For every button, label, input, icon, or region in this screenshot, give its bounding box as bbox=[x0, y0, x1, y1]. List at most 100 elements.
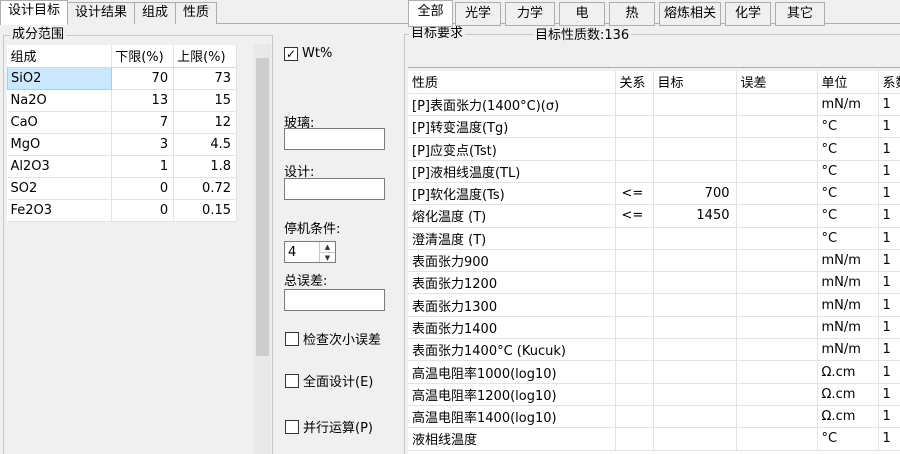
upper-limit-cell[interactable]: 73 bbox=[173, 67, 237, 90]
error-cell[interactable] bbox=[736, 115, 818, 139]
error-cell[interactable] bbox=[736, 427, 818, 451]
property-row[interactable]: [P]应变点(Tst) °C 1 bbox=[408, 137, 900, 161]
target-cell[interactable] bbox=[653, 249, 737, 273]
lower-limit-cell[interactable]: 1 bbox=[111, 155, 175, 178]
subtab-electrical[interactable]: 电 bbox=[559, 2, 605, 26]
component-cell[interactable]: Fe2O3 bbox=[7, 199, 113, 222]
relation-cell[interactable] bbox=[615, 383, 654, 406]
checkbox-box[interactable]: ✓ bbox=[284, 46, 298, 61]
error-cell[interactable] bbox=[736, 271, 818, 295]
relation-cell[interactable] bbox=[615, 137, 654, 161]
lower-limit-cell[interactable]: 0 bbox=[111, 199, 175, 222]
unit-cell[interactable]: °C bbox=[817, 137, 879, 161]
error-cell[interactable] bbox=[736, 137, 818, 161]
error-cell[interactable] bbox=[736, 405, 818, 429]
relation-cell[interactable] bbox=[615, 316, 654, 340]
tab-design-target[interactable]: 设计目标 bbox=[0, 0, 69, 25]
unit-cell[interactable]: Ω.cm bbox=[817, 360, 879, 384]
target-cell[interactable] bbox=[653, 383, 737, 406]
composition-row[interactable]: Al2O3 1 1.8 bbox=[7, 155, 237, 178]
lower-limit-cell[interactable]: 3 bbox=[111, 133, 175, 156]
unit-cell[interactable]: °C bbox=[817, 227, 879, 250]
component-cell[interactable]: SO2 bbox=[7, 177, 113, 200]
property-cell[interactable]: [P]软化温度(Ts) bbox=[408, 182, 616, 206]
unit-cell[interactable]: mN/m bbox=[817, 93, 879, 117]
design-input[interactable] bbox=[284, 178, 385, 200]
subtab-other[interactable]: 其它 bbox=[775, 2, 825, 26]
property-row[interactable]: 液相线温度 °C 1 bbox=[408, 427, 900, 451]
relation-cell[interactable] bbox=[615, 227, 654, 250]
error-cell[interactable] bbox=[736, 249, 818, 273]
component-cell[interactable]: MgO bbox=[7, 133, 113, 156]
unit-cell[interactable]: °C bbox=[817, 182, 879, 206]
target-cell[interactable] bbox=[653, 360, 737, 384]
relation-cell[interactable] bbox=[615, 338, 654, 362]
property-cell[interactable]: 高温电阻率1400(log10) bbox=[408, 405, 616, 429]
error-cell[interactable] bbox=[736, 182, 818, 206]
relation-cell[interactable] bbox=[615, 271, 654, 295]
checkbox-box[interactable] bbox=[285, 331, 299, 346]
relation-cell[interactable] bbox=[615, 293, 654, 317]
relation-cell[interactable] bbox=[615, 115, 654, 139]
property-row[interactable]: 高温电阻率1000(log10) Ω.cm 1 bbox=[408, 360, 900, 384]
property-cell[interactable]: [P]表面张力(1400°C)(σ) bbox=[408, 93, 616, 117]
error-cell[interactable] bbox=[736, 360, 818, 384]
subtab-melting[interactable]: 熔炼相关 bbox=[659, 2, 721, 26]
property-row[interactable]: 澄清温度 (T) °C 1 bbox=[408, 227, 900, 250]
upper-limit-cell[interactable]: 0.72 bbox=[173, 177, 237, 200]
composition-scrollbar[interactable] bbox=[254, 44, 271, 454]
lower-limit-cell[interactable]: 0 bbox=[111, 177, 175, 200]
subtab-thermal[interactable]: 热 bbox=[609, 2, 655, 26]
property-cell[interactable]: 表面张力1300 bbox=[408, 293, 616, 317]
subtab-optical[interactable]: 光学 bbox=[455, 2, 501, 26]
total-error-input[interactable] bbox=[284, 289, 385, 311]
component-cell[interactable]: CaO bbox=[7, 111, 113, 134]
target-cell[interactable] bbox=[653, 227, 737, 250]
checkbox-box[interactable] bbox=[285, 373, 299, 388]
col-header-error[interactable]: 误差 bbox=[736, 71, 818, 94]
coefficient-cell[interactable]: 1 bbox=[878, 360, 900, 384]
property-cell[interactable]: 液相线温度 bbox=[408, 427, 616, 451]
component-cell[interactable]: Al2O3 bbox=[7, 155, 113, 178]
error-cell[interactable] bbox=[736, 293, 818, 317]
target-cell[interactable]: 700 bbox=[653, 182, 737, 206]
unit-cell[interactable]: mN/m bbox=[817, 316, 879, 340]
coefficient-cell[interactable]: 1 bbox=[878, 338, 900, 362]
property-cell[interactable]: 表面张力1200 bbox=[408, 271, 616, 295]
unit-cell[interactable]: mN/m bbox=[817, 338, 879, 362]
property-row[interactable]: 熔化温度 (T) <= 1450 °C 1 bbox=[408, 204, 900, 228]
tab-properties[interactable]: 性质 bbox=[175, 2, 218, 24]
composition-row[interactable]: CaO 7 12 bbox=[7, 111, 237, 134]
relation-cell[interactable] bbox=[615, 405, 654, 429]
unit-cell[interactable]: mN/m bbox=[817, 249, 879, 273]
coefficient-cell[interactable]: 1 bbox=[878, 293, 900, 317]
coefficient-cell[interactable]: 1 bbox=[878, 427, 900, 451]
unit-cell[interactable]: mN/m bbox=[817, 293, 879, 317]
property-cell[interactable]: 表面张力1400°C (Kucuk) bbox=[408, 338, 616, 362]
coefficient-cell[interactable]: 1 bbox=[878, 405, 900, 429]
relation-cell[interactable]: <= bbox=[615, 204, 654, 228]
error-cell[interactable] bbox=[736, 160, 818, 183]
full-design-checkbox[interactable]: 全面设计(E) bbox=[285, 371, 373, 390]
col-header-target[interactable]: 目标 bbox=[653, 71, 737, 94]
property-cell[interactable]: 熔化温度 (T) bbox=[408, 204, 616, 228]
col-header-upper[interactable]: 上限(%) bbox=[173, 45, 237, 68]
unit-cell[interactable]: °C bbox=[817, 204, 879, 228]
checkbox-box[interactable] bbox=[285, 419, 299, 434]
property-row[interactable]: 高温电阻率1400(log10) Ω.cm 1 bbox=[408, 405, 900, 429]
upper-limit-cell[interactable]: 1.8 bbox=[173, 155, 237, 178]
target-cell[interactable] bbox=[653, 137, 737, 161]
coefficient-cell[interactable]: 1 bbox=[878, 182, 900, 206]
target-cell[interactable] bbox=[653, 271, 737, 295]
glass-input[interactable] bbox=[284, 128, 385, 150]
property-cell[interactable]: [P]转变温度(Tg) bbox=[408, 115, 616, 139]
property-cell[interactable]: 高温电阻率1000(log10) bbox=[408, 360, 616, 384]
property-row[interactable]: [P]液相线温度(TL) °C 1 bbox=[408, 160, 900, 183]
property-row[interactable]: 高温电阻率1200(log10) Ω.cm 1 bbox=[408, 383, 900, 406]
error-cell[interactable] bbox=[736, 338, 818, 362]
composition-row[interactable]: Fe2O3 0 0.15 bbox=[7, 199, 237, 222]
property-row[interactable]: [P]转变温度(Tg) °C 1 bbox=[408, 115, 900, 139]
spin-down-icon[interactable]: ▼ bbox=[320, 252, 335, 262]
lower-limit-cell[interactable]: 13 bbox=[111, 89, 175, 112]
relation-cell[interactable] bbox=[615, 93, 654, 117]
